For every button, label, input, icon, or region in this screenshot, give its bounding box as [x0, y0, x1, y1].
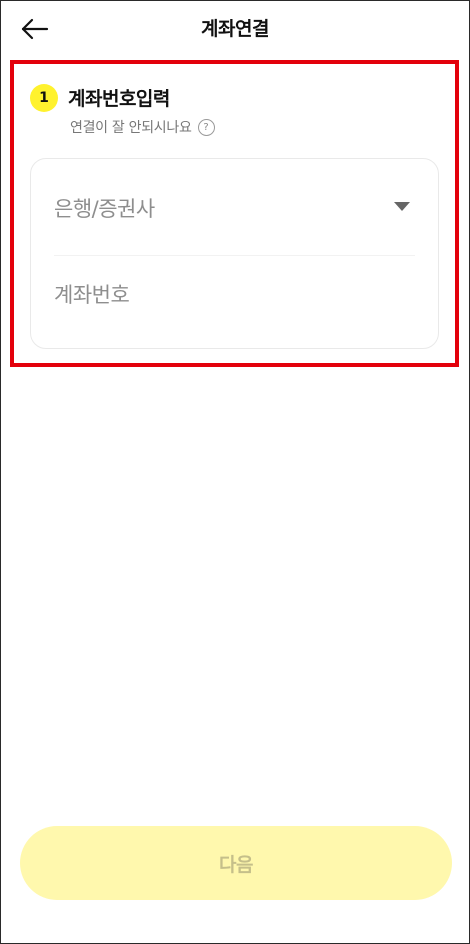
account-number-input[interactable] [49, 275, 429, 315]
bank-select-dropdown[interactable]: 은행/증권사 [31, 159, 438, 255]
account-form-card: 은행/증권사 [30, 158, 439, 349]
caret-down-icon [394, 202, 410, 211]
help-text: 연결이 잘 안되시나요 [70, 120, 192, 136]
step-title: 계좌번호입력 [68, 88, 170, 110]
top-app-bar: 계좌연결 [0, 0, 470, 56]
connection-help-link[interactable]: 연결이 잘 안되시나요 ? [70, 117, 215, 137]
page-title: 계좌연결 [201, 18, 269, 40]
step-number-badge: 1 [30, 84, 58, 112]
next-button[interactable]: 다음 [20, 826, 452, 900]
field-divider [54, 255, 415, 256]
bank-select-placeholder: 은행/증권사 [54, 197, 155, 221]
question-circle-icon: ? [197, 118, 215, 136]
